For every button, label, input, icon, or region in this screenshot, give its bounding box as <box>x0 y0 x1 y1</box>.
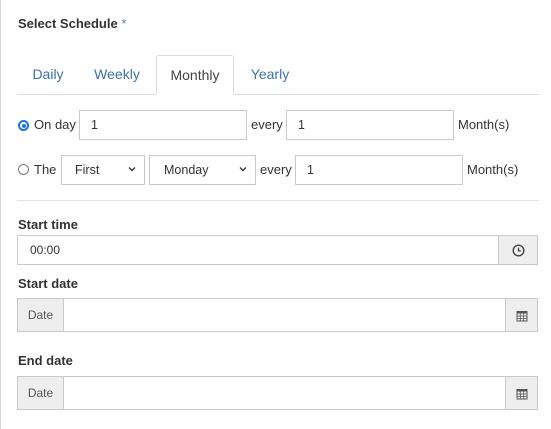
divider <box>17 200 539 201</box>
start-time-clock-button[interactable] <box>498 235 538 265</box>
required-mark: * <box>121 16 127 31</box>
the-radio[interactable] <box>18 164 29 175</box>
heading-label: Select Schedule <box>18 16 118 31</box>
ordinal-selected-value: First <box>75 163 100 177</box>
end-date-label: End date <box>18 353 73 368</box>
section-heading: Select Schedule * <box>18 16 126 31</box>
weekday-selected-value: Monday <box>164 163 209 177</box>
tab-daily[interactable]: Daily <box>17 55 79 95</box>
tab-monthly[interactable]: Monthly <box>156 55 234 95</box>
clock-icon <box>512 244 525 257</box>
end-date-input[interactable] <box>63 376 506 410</box>
start-date-label: Start date <box>18 276 78 291</box>
ordinal-select[interactable]: First <box>61 155 145 185</box>
calendar-icon <box>516 311 528 322</box>
end-date-addon: Date <box>17 376 64 410</box>
every-label-2: every <box>260 162 292 177</box>
panel-left-border <box>0 0 1 429</box>
months-unit-label-1: Month(s) <box>458 117 510 132</box>
start-date-input[interactable] <box>63 298 506 332</box>
calendar-icon <box>516 389 528 400</box>
end-date-calendar-button[interactable] <box>505 376 538 410</box>
chevron-down-icon <box>239 167 247 172</box>
tab-yearly[interactable]: Yearly <box>240 55 300 95</box>
months-interval-input-1[interactable]: 1 <box>286 110 454 140</box>
start-time-label: Start time <box>18 217 78 232</box>
weekday-select[interactable]: Monday <box>149 155 256 185</box>
start-date-calendar-button[interactable] <box>505 298 538 332</box>
start-time-input[interactable]: 00:00 <box>17 235 499 265</box>
on-day-label: On day <box>34 117 76 132</box>
tab-weekly[interactable]: Weekly <box>86 55 148 95</box>
day-number-input[interactable]: 1 <box>79 110 247 140</box>
on-day-radio[interactable] <box>18 120 29 131</box>
the-label: The <box>34 162 57 177</box>
start-date-addon: Date <box>17 298 64 332</box>
every-label-1: every <box>251 117 283 132</box>
months-interval-input-2[interactable]: 1 <box>295 155 463 185</box>
months-unit-label-2: Month(s) <box>467 162 519 177</box>
chevron-down-icon <box>128 167 136 172</box>
